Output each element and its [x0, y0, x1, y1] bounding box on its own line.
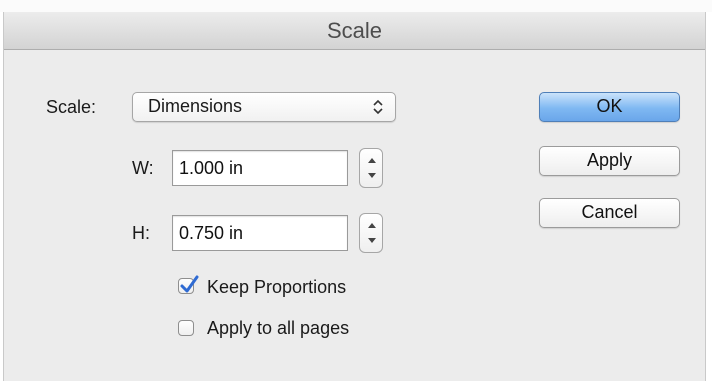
scale-mode-value: Dimensions: [148, 96, 243, 116]
apply-all-pages-label[interactable]: Apply to all pages: [207, 317, 349, 339]
ok-button[interactable]: OK: [539, 92, 680, 122]
cropped-background-text: [0, 0, 712, 12]
cancel-button[interactable]: Cancel: [539, 198, 680, 228]
width-field[interactable]: 1.000 in: [172, 150, 348, 186]
checkmark-icon: [180, 275, 199, 293]
scale-label: Scale:: [46, 97, 97, 117]
stepper-arrows-icon: [368, 158, 376, 178]
width-value: 1.000 in: [179, 158, 244, 178]
dialog-title: Scale: [326, 18, 383, 43]
keep-proportions-checkbox[interactable]: [178, 275, 199, 294]
scale-mode-popup[interactable]: Dimensions: [132, 92, 396, 122]
height-stepper[interactable]: [359, 213, 383, 253]
width-label: W:: [132, 158, 154, 178]
keep-proportions-label[interactable]: Keep Proportions: [207, 276, 346, 298]
title-bar[interactable]: Scale: [4, 12, 705, 50]
apply-button[interactable]: Apply: [539, 146, 680, 176]
height-label: H:: [132, 223, 150, 243]
height-field[interactable]: 0.750 in: [172, 215, 348, 251]
stepper-arrows-icon: [368, 223, 376, 243]
width-stepper[interactable]: [359, 148, 383, 188]
apply-all-pages-checkbox[interactable]: [178, 320, 194, 336]
scale-dialog: Scale Scale: Dimensions W: 1.000 in H: 0…: [3, 12, 706, 381]
updown-chevrons-icon: [373, 99, 383, 115]
height-value: 0.750 in: [179, 223, 244, 243]
